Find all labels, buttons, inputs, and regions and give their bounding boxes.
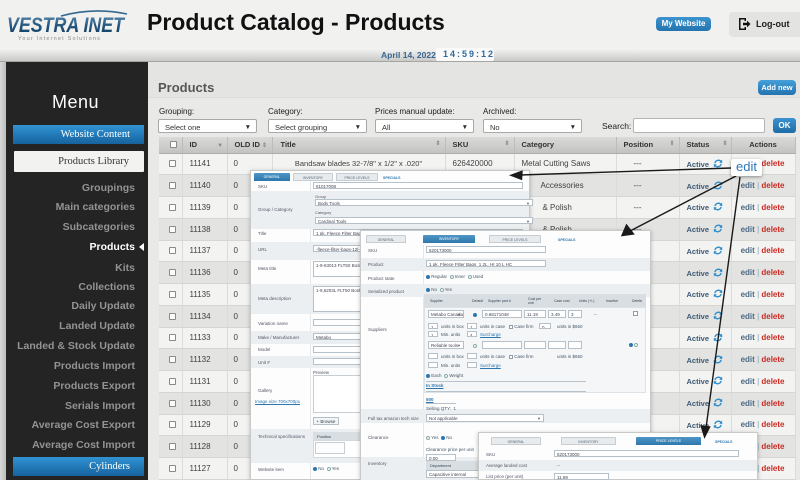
- svg-text:Your Internet Solutions: Your Internet Solutions: [18, 36, 101, 42]
- svg-text:VESTRA INET: VESTRA INET: [7, 14, 126, 37]
